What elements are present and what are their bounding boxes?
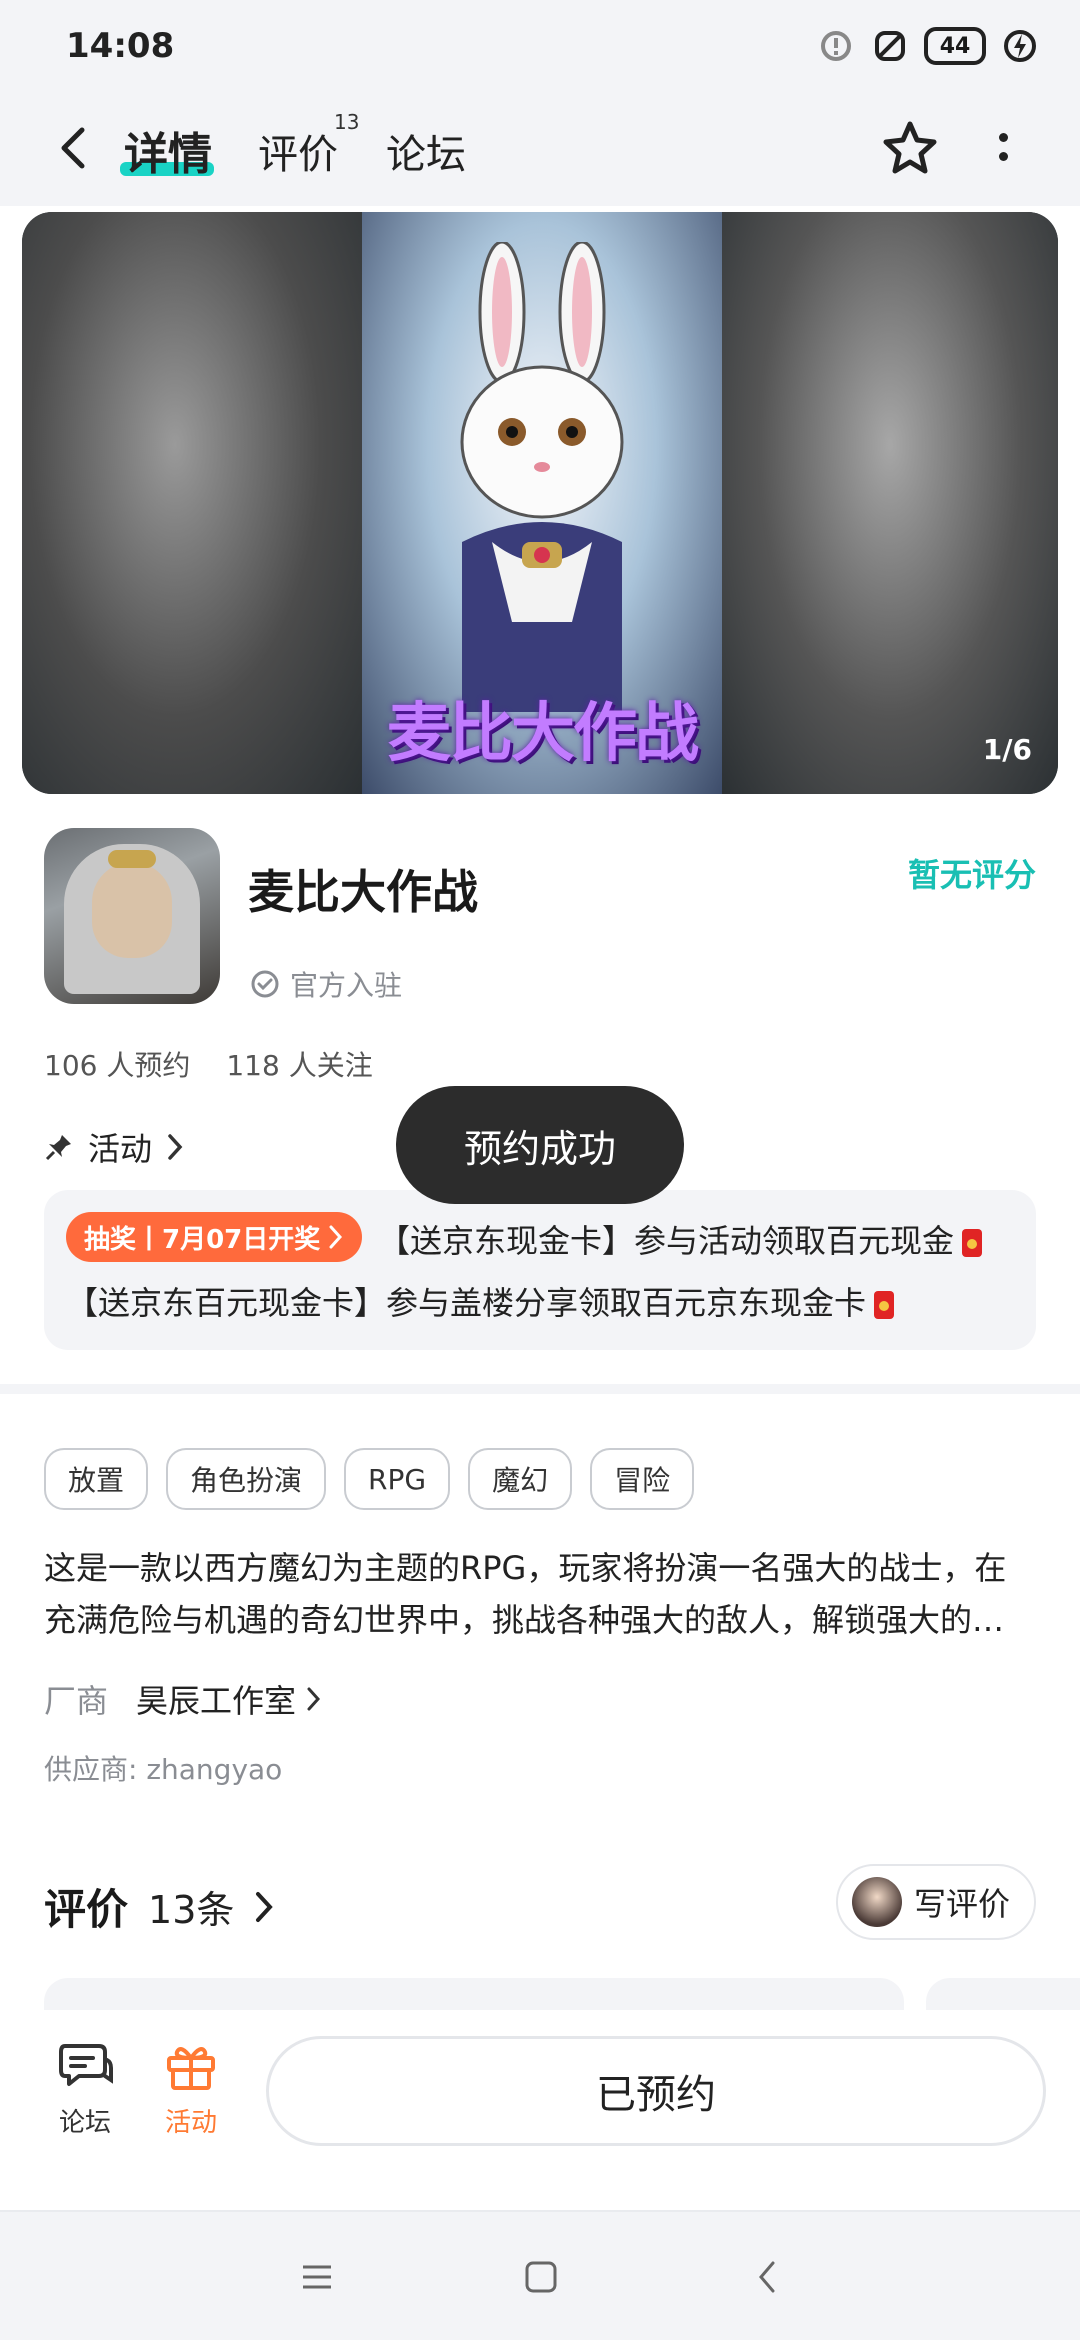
bottom-action-bar: 论坛 活动 已预约 xyxy=(0,2010,1080,2210)
game-logo-text: 麦比大作战 xyxy=(387,697,699,771)
forum-button[interactable]: 论坛 xyxy=(40,2040,130,2139)
reservation-count: 106 人预约 xyxy=(44,1049,191,1082)
chevron-right-icon xyxy=(307,1687,321,1711)
status-bar: 14:08 44 xyxy=(0,0,1080,96)
app-icon-crown xyxy=(108,850,156,868)
activity-link[interactable]: 活动 xyxy=(44,1124,184,1170)
reviews-count: 13条 xyxy=(148,1888,235,1932)
banner-page-counter: 1/6 xyxy=(982,733,1032,766)
app-icon xyxy=(44,828,220,1004)
section-divider xyxy=(0,1384,1080,1394)
vendor-link[interactable]: 昊辰工作室 xyxy=(136,1676,322,1722)
tag-list: 放置 角色扮演 RPG 魔幻 冒险 xyxy=(44,1448,695,1510)
banner-character-left xyxy=(22,212,362,794)
tab-details[interactable]: 详情 xyxy=(124,118,212,182)
write-review-button[interactable]: 写评价 xyxy=(836,1864,1036,1940)
app-title: 麦比大作战 xyxy=(248,865,478,919)
notification-flower-icon xyxy=(816,26,856,66)
more-menu-button[interactable] xyxy=(978,122,1028,172)
banner-character-right xyxy=(722,212,1058,794)
favorite-button[interactable] xyxy=(876,114,944,182)
chevron-right-icon xyxy=(329,1225,343,1249)
activity-line-1-text: 【送京东现金卡】参与活动领取百元现金 xyxy=(378,1222,955,1260)
tab-forum[interactable]: 论坛 xyxy=(386,122,466,180)
tag-chip[interactable]: RPG xyxy=(344,1448,451,1510)
game-description[interactable]: 这是一款以西方魔幻为主题的RPG，玩家将扮演一名强大的战士，在充满危险与机遇的奇… xyxy=(44,1542,1036,1646)
reviews-badge: 13 xyxy=(334,110,360,134)
home-square-icon xyxy=(525,2261,557,2293)
activity-card[interactable]: 抽奖丨7月07日开奖 【送京东现金卡】参与活动领取百元现金 【送京东百元现金卡】… xyxy=(44,1190,1036,1350)
more-dot-icon xyxy=(998,133,1008,142)
forum-chat-icon xyxy=(59,2044,113,2086)
back-button[interactable] xyxy=(44,118,104,178)
follower-count: 118 人关注 xyxy=(226,1049,373,1082)
chevron-right-icon xyxy=(256,1891,274,1922)
forum-label: 论坛 xyxy=(58,2108,111,2138)
verified-check-icon xyxy=(251,970,279,998)
rabbit-illustration xyxy=(460,242,624,712)
official-verified: 官方入驻 xyxy=(250,964,402,1004)
gift-icon xyxy=(167,2047,215,2090)
activity-line-2-text: 【送京东百元现金卡】参与盖楼分享领取百元京东现金卡 xyxy=(66,1284,867,1322)
chevron-right-icon xyxy=(168,1134,183,1160)
reserved-button[interactable]: 已预约 xyxy=(266,2036,1046,2146)
vendor-label: 厂商 xyxy=(44,1682,109,1720)
nav-back-icon xyxy=(759,2261,775,2293)
nav-home-button[interactable] xyxy=(516,2252,566,2302)
reviews-title: 评价 xyxy=(44,1885,129,1934)
banner-carousel[interactable]: 麦比大作战 1/6 xyxy=(22,212,1058,794)
rating-text: 暂无评分 xyxy=(907,856,1036,894)
activity-line-1[interactable]: 【送京东现金卡】参与活动领取百元现金 xyxy=(378,1216,983,1262)
lottery-badge[interactable]: 抽奖丨7月07日开奖 xyxy=(66,1212,363,1262)
reviews-header[interactable]: 评价 13条 xyxy=(44,1876,274,1937)
activity-bottom-label: 活动 xyxy=(164,2108,217,2138)
no-sim-icon xyxy=(870,26,910,66)
official-label: 官方入驻 xyxy=(290,969,403,1002)
tab-reviews[interactable]: 评价 xyxy=(258,122,338,180)
nav-menu-button[interactable] xyxy=(292,2252,342,2302)
lottery-badge-text: 抽奖丨7月07日开奖 xyxy=(84,1224,321,1255)
vendor-name: 昊辰工作室 xyxy=(136,1682,297,1720)
tag-chip[interactable]: 放置 xyxy=(44,1448,149,1510)
system-nav-bar xyxy=(0,2210,1080,2340)
supplier-text: 供应商: zhangyao xyxy=(44,1753,283,1786)
tag-chip[interactable]: 魔幻 xyxy=(468,1448,573,1510)
toast-message: 预约成功 xyxy=(396,1086,684,1204)
app-stats: 106 人预约 118 人关注 xyxy=(44,1044,373,1084)
charging-icon xyxy=(1000,26,1040,66)
activity-label: 活动 xyxy=(88,1130,153,1168)
pin-icon xyxy=(45,1135,71,1161)
activity-button[interactable]: 活动 xyxy=(146,2040,236,2139)
battery-indicator: 44 xyxy=(924,27,986,65)
status-icons: 44 xyxy=(816,26,1040,66)
activity-line-2[interactable]: 【送京东百元现金卡】参与盖楼分享领取百元京东现金卡 xyxy=(66,1278,895,1324)
back-arrow-icon xyxy=(61,127,85,169)
status-time: 14:08 xyxy=(66,26,175,66)
red-envelope-icon xyxy=(962,1229,983,1257)
more-dot-icon xyxy=(998,152,1008,161)
nav-back-button[interactable] xyxy=(742,2252,792,2302)
user-avatar xyxy=(852,1877,902,1927)
top-header: 详情 评价 13 论坛 xyxy=(0,96,1080,206)
write-review-label: 写评价 xyxy=(914,1885,1011,1923)
tag-chip[interactable]: 冒险 xyxy=(590,1448,695,1510)
menu-icon xyxy=(303,2265,331,2289)
app-icon-face xyxy=(92,862,172,958)
tag-chip[interactable]: 角色扮演 xyxy=(166,1448,327,1510)
star-icon xyxy=(883,121,937,174)
red-envelope-icon xyxy=(874,1291,895,1319)
vendor-row: 厂商 昊辰工作室 xyxy=(44,1676,322,1722)
